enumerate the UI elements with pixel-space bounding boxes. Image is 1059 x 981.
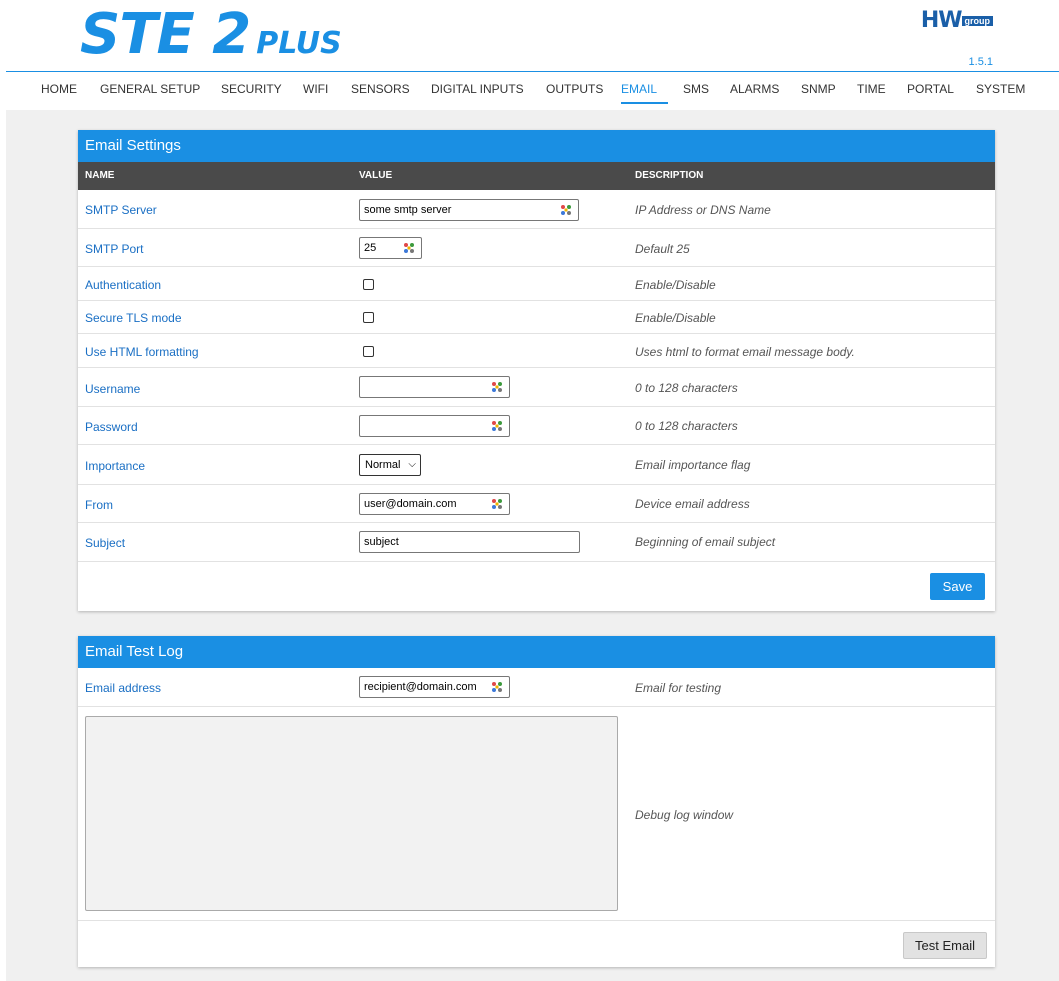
col-value: VALUE [359,170,393,181]
email-address-value: recipient@domain.com [364,681,477,693]
row-password: Password 0 to 128 characters [78,407,995,445]
subject-input[interactable]: subject [359,531,580,553]
key-icon[interactable] [403,242,415,254]
nav-sms[interactable]: SMS [683,80,709,104]
key-icon[interactable] [491,381,503,393]
importance-select[interactable]: Normal ⌵ [359,454,421,476]
brand-logo: HW group [921,8,993,33]
row-smtp-server: SMTP Server some smtp server IP Address … [78,190,995,229]
desc-subject: Beginning of email subject [635,535,776,549]
label-username: Username [85,382,141,396]
label-password: Password [85,420,138,434]
nav-general-setup[interactable]: GENERAL SETUP [100,80,200,104]
from-value: user@domain.com [364,498,457,510]
nav-digital-inputs[interactable]: DIGITAL INPUTS [431,80,524,104]
smtp-port-input[interactable]: 25 [359,237,422,259]
version-label: 1.5.1 [968,56,993,68]
nav-email[interactable]: EMAIL [621,80,668,104]
desc-email-address: Email for testing [635,681,722,695]
row-authentication: Authentication Enable/Disable [78,267,995,301]
label-smtp-port: SMTP Port [85,242,144,256]
email-test-panel: Email Test Log Email address recipient@d… [78,636,995,967]
smtp-server-input[interactable]: some smtp server [359,199,579,221]
desc-smtp-server: IP Address or DNS Name [635,203,771,217]
nav-time[interactable]: TIME [857,80,886,104]
row-secure-tls: Secure TLS mode Enable/Disable [78,301,995,334]
desc-smtp-port: Default 25 [635,242,690,256]
key-icon[interactable] [491,420,503,432]
desc-importance: Email importance flag [635,458,751,472]
label-html-formatting: Use HTML formatting [85,345,199,359]
label-smtp-server: SMTP Server [85,203,157,217]
from-input[interactable]: user@domain.com [359,493,510,515]
row-debug-log: Debug log window [78,707,995,921]
nav-wifi[interactable]: WIFI [303,80,328,104]
nav-home[interactable]: HOME [41,80,77,104]
row-importance: Importance Normal ⌵ Email importance fla… [78,445,995,485]
email-settings-panel: Email Settings NAME VALUE DESCRIPTION SM… [78,130,995,611]
label-email-address: Email address [85,681,162,695]
col-description: DESCRIPTION [635,170,704,181]
row-username: Username 0 to 128 characters [78,368,995,407]
nav-sensors[interactable]: SENSORS [351,80,410,104]
save-button[interactable]: Save [930,573,985,600]
main-nav: HOME GENERAL SETUP SECURITY WIFI SENSORS… [0,80,1059,104]
nav-security[interactable]: SECURITY [221,80,282,104]
brand-hw: HW [920,8,963,33]
nav-system[interactable]: SYSTEM [976,80,1025,104]
password-input[interactable] [359,415,510,437]
desc-secure-tls: Enable/Disable [635,311,716,325]
username-input[interactable] [359,376,510,398]
key-icon[interactable] [491,681,503,693]
nav-outputs[interactable]: OUTPUTS [546,80,603,104]
label-from: From [85,498,113,512]
key-icon[interactable] [560,204,572,216]
chevron-down-icon: ⌵ [408,459,416,470]
row-smtp-port: SMTP Port 25 Default 25 [78,229,995,267]
brand-group: group [961,16,993,26]
desc-username: 0 to 128 characters [635,381,738,395]
secure-tls-checkbox[interactable] [363,312,374,323]
row-email-address: Email address recipient@domain.com Email… [78,668,995,707]
label-importance: Importance [85,459,146,473]
email-test-title: Email Test Log [78,636,995,668]
col-name: NAME [85,170,115,181]
importance-value: Normal [365,459,401,471]
desc-authentication: Enable/Disable [635,278,716,292]
desc-html-formatting: Uses html to format email message body. [635,345,855,359]
header: STE 2 PLUS HW group 1.5.1 HOME GENERAL SET… [0,0,1059,110]
header-divider [6,71,1059,72]
desc-debug-log: Debug log window [635,808,734,822]
email-settings-title: Email Settings [78,130,995,162]
nav-snmp[interactable]: SNMP [801,80,836,104]
logo-sub: PLUS [256,26,342,61]
smtp-port-value: 25 [364,242,377,254]
smtp-server-value: some smtp server [364,204,452,216]
debug-log-textarea[interactable] [85,716,618,911]
key-icon[interactable] [491,498,503,510]
test-email-button[interactable]: Test Email [903,932,987,959]
row-html-formatting: Use HTML formatting Uses html to format … [78,334,995,368]
subject-value: subject [364,536,399,548]
label-secure-tls: Secure TLS mode [85,311,182,325]
label-subject: Subject [85,536,126,550]
label-authentication: Authentication [85,278,162,292]
logo-main: STE 2 [80,2,251,67]
desc-from: Device email address [635,497,750,511]
nav-portal[interactable]: PORTAL [907,80,954,104]
html-formatting-checkbox[interactable] [363,346,374,357]
nav-alarms[interactable]: ALARMS [730,80,779,104]
email-address-input[interactable]: recipient@domain.com [359,676,510,698]
row-subject: Subject subject Beginning of email subje… [78,523,995,562]
table-header: NAME VALUE DESCRIPTION [78,162,995,190]
row-from: From user@domain.com Device email addres… [78,485,995,523]
logo: STE 2 PLUS [80,2,342,67]
authentication-checkbox[interactable] [363,279,374,290]
desc-password: 0 to 128 characters [635,419,738,433]
